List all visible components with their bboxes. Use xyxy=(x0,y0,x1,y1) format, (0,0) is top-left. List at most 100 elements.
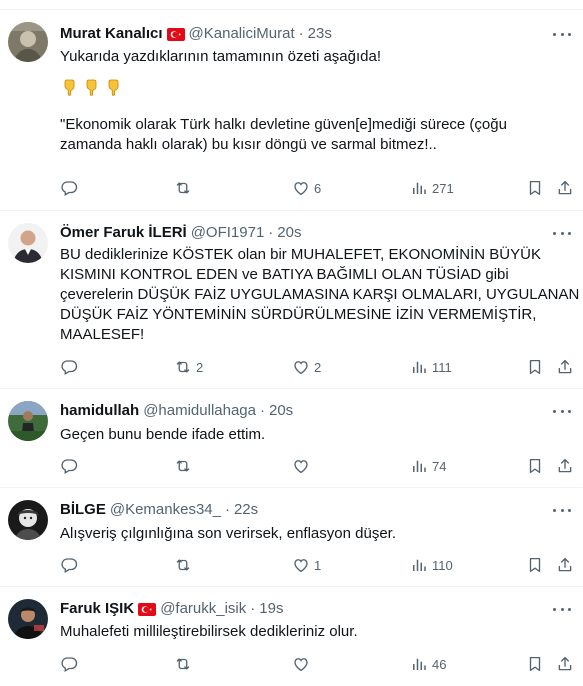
retweet-button[interactable]: 2 xyxy=(174,357,203,377)
reply-button[interactable] xyxy=(60,357,82,377)
like-button[interactable]: 1 xyxy=(292,555,321,575)
separator-dot: · xyxy=(298,25,304,42)
author-handle[interactable]: @KanaliciMurat xyxy=(189,24,295,44)
tweet-line: "Ekonomik olarak Türk halkı devletine gü… xyxy=(60,116,507,133)
tweet[interactable]: BİLGE @Kemankes34_ · 22s Alışveriş çılgı… xyxy=(0,488,583,587)
reply-button[interactable] xyxy=(60,178,82,198)
tweet-line: DÜŞÜK FAİZ YÖNTEMİNİN SÜRDÜRÜLMESİNE İZİ… xyxy=(60,306,537,323)
retweet-count: 2 xyxy=(196,359,204,375)
author-name[interactable]: BİLGE xyxy=(60,500,106,520)
tweet-line: zamanda haklı olarak) bu kısır döngü ve … xyxy=(60,136,437,153)
share-button[interactable] xyxy=(556,178,574,198)
share-button[interactable] xyxy=(556,456,574,476)
backhand-index-pointing-down-icon xyxy=(60,78,78,102)
separator-dot: · xyxy=(250,600,256,617)
tweet-line: çeverelerin DÜŞÜK FAİZ UYGULAMASINA KARŞ… xyxy=(60,286,580,303)
more-options-icon[interactable] xyxy=(553,225,571,241)
tweet-actions: 46 xyxy=(60,654,580,674)
tweet-actions: 6 271 xyxy=(60,178,580,198)
author-name[interactable]: hamidullah xyxy=(60,401,139,421)
avatar[interactable] xyxy=(8,223,48,263)
more-options-icon[interactable] xyxy=(553,601,571,617)
like-button[interactable] xyxy=(292,456,314,476)
view-count: 110 xyxy=(432,557,453,573)
view-count: 74 xyxy=(432,458,447,474)
timestamp[interactable]: 20s xyxy=(269,401,293,421)
timestamp[interactable]: 22s xyxy=(234,500,258,520)
retweet-button[interactable] xyxy=(174,178,196,198)
retweet-button[interactable] xyxy=(174,555,196,575)
tweet-actions: 2 2 111 xyxy=(60,357,580,377)
views-button[interactable]: 110 xyxy=(410,555,453,575)
tweet-line: Muhalefeti millileştirebilirsek dedikler… xyxy=(60,623,358,640)
author-handle[interactable]: @OFI1971 xyxy=(191,223,265,243)
bookmark-button[interactable] xyxy=(526,555,544,575)
tweet[interactable]: Murat Kanalıcı @KanaliciMurat · 23s Yuka… xyxy=(0,10,583,211)
separator-dot: · xyxy=(268,224,274,241)
author-name[interactable]: Murat Kanalıcı xyxy=(60,24,163,44)
turkish-flag-icon xyxy=(167,28,185,41)
more-options-icon[interactable] xyxy=(553,26,571,42)
avatar[interactable] xyxy=(8,401,48,441)
views-button[interactable]: 46 xyxy=(410,654,446,674)
separator-dot: · xyxy=(224,501,230,518)
timestamp[interactable]: 19s xyxy=(259,599,283,619)
tweet-actions: 74 xyxy=(60,456,580,476)
timestamp[interactable]: 23s xyxy=(308,24,332,44)
tweet[interactable]: Faruk IŞIK @farukk_isik · 19s Muhalefeti… xyxy=(0,587,583,686)
tweet-text: Muhalefeti millileştirebilirsek dedikler… xyxy=(60,622,580,642)
share-button[interactable] xyxy=(556,555,574,575)
bookmark-button[interactable] xyxy=(526,456,544,476)
views-button[interactable]: 74 xyxy=(410,456,446,476)
author-handle[interactable]: @Kemankes34_ xyxy=(110,500,221,520)
turkish-flag-icon xyxy=(138,603,156,616)
reply-button[interactable] xyxy=(60,555,82,575)
tweet-line: KISMINI KONTROL EDEN ve BATIYA BAĞIMLI O… xyxy=(60,266,509,283)
tweet-line: Geçen bunu bende ifade ettim. xyxy=(60,426,266,443)
tweet-line: Alışveriş çılgınlığına son verirsek, enf… xyxy=(60,525,396,542)
tweet[interactable]: hamidullah @hamidullahaga · 20s Geçen bu… xyxy=(0,389,583,488)
bookmark-button[interactable] xyxy=(526,178,544,198)
author-handle[interactable]: @hamidullahaga xyxy=(143,401,256,421)
reply-button[interactable] xyxy=(60,654,82,674)
bookmark-button[interactable] xyxy=(526,654,544,674)
views-button[interactable]: 271 xyxy=(410,178,454,198)
backhand-index-pointing-down-icon xyxy=(82,78,100,102)
tweet-text: Yukarıda yazdıklarının tamamının özeti a… xyxy=(60,47,580,155)
backhand-index-pointing-down-icon xyxy=(104,78,122,102)
retweet-button[interactable] xyxy=(174,654,196,674)
like-button[interactable] xyxy=(292,654,314,674)
like-button[interactable]: 2 xyxy=(292,357,321,377)
tweet-line: MAALESEF! xyxy=(60,326,145,343)
tweet[interactable]: Ömer Faruk İLERİ @OFI1971 · 20s BU dedik… xyxy=(0,211,583,389)
like-count: 2 xyxy=(314,359,322,375)
share-button[interactable] xyxy=(556,357,574,377)
avatar[interactable] xyxy=(8,500,48,540)
timestamp[interactable]: 20s xyxy=(277,223,301,243)
more-options-icon[interactable] xyxy=(553,502,571,518)
view-count: 271 xyxy=(432,180,454,196)
more-options-icon[interactable] xyxy=(553,403,571,419)
emoji-row xyxy=(60,67,580,107)
avatar[interactable] xyxy=(8,22,48,62)
tweet-text: Alışveriş çılgınlığına son verirsek, enf… xyxy=(60,524,580,544)
author-name[interactable]: Faruk IŞIK xyxy=(60,599,134,619)
tweet-line: BU dediklerinize KÖSTEK olan bir MUHALEF… xyxy=(60,246,541,263)
reply-button[interactable] xyxy=(60,456,82,476)
like-count: 6 xyxy=(314,180,322,196)
retweet-button[interactable] xyxy=(174,456,196,476)
tweet-line: Yukarıda yazdıklarının tamamının özeti a… xyxy=(60,48,382,65)
view-count: 46 xyxy=(432,656,447,672)
views-button[interactable]: 111 xyxy=(410,357,452,377)
author-name[interactable]: Ömer Faruk İLERİ xyxy=(60,223,187,243)
separator-dot: · xyxy=(260,402,265,419)
bookmark-button[interactable] xyxy=(526,357,544,377)
tweet-text: Geçen bunu bende ifade ettim. xyxy=(60,425,580,445)
author-handle[interactable]: @farukk_isik xyxy=(160,599,246,619)
tweet-text: BU dediklerinize KÖSTEK olan bir MUHALEF… xyxy=(60,245,580,345)
avatar[interactable] xyxy=(8,599,48,639)
like-button[interactable]: 6 xyxy=(292,178,321,198)
share-button[interactable] xyxy=(556,654,574,674)
like-count: 1 xyxy=(314,557,322,573)
view-count: 111 xyxy=(432,359,452,375)
